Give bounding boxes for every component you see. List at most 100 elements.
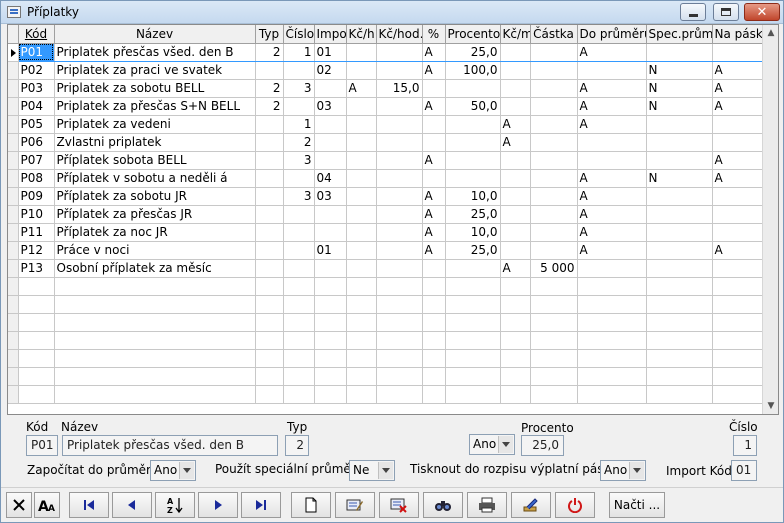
cell-import[interactable]: 01 <box>314 42 347 62</box>
cell-castka[interactable] <box>530 205 578 224</box>
table-row[interactable]: P03 Priplatek za sobotu BELL 2 3 A 15,0 A N A <box>8 79 765 98</box>
cell-doprum[interactable]: A <box>577 187 647 206</box>
header-kod[interactable]: Kód <box>18 25 55 44</box>
row-indicator[interactable] <box>8 205 19 224</box>
header-procento[interactable]: Procento <box>445 25 501 44</box>
cell-specprum[interactable] <box>646 241 713 260</box>
table-row[interactable]: P08 Příplatek v sobotu a neděli á 04 A N A <box>8 169 765 188</box>
cell-specprum[interactable] <box>646 187 713 206</box>
cell-nazev[interactable]: Priplatek za sobotu BELL <box>54 79 256 98</box>
table-row[interactable]: P05 Priplatek za vedeni 1 A A <box>8 115 765 134</box>
cell-typ[interactable] <box>255 223 284 242</box>
previous-record-button[interactable] <box>112 492 152 518</box>
cell-kod[interactable]: P03 <box>18 79 55 98</box>
cell-castka[interactable] <box>530 115 578 134</box>
cell-doprum[interactable] <box>577 61 647 80</box>
table-row[interactable]: P12 Práce v noci 01 A 25,0 A A <box>8 241 765 260</box>
cell-doprum[interactable]: A <box>577 205 647 224</box>
cell-kcm[interactable] <box>500 223 531 242</box>
cell-napask[interactable] <box>712 42 765 62</box>
cell-kod[interactable]: P11 <box>18 223 55 242</box>
cell-procento[interactable] <box>445 133 501 152</box>
cell-kch[interactable] <box>346 241 377 260</box>
row-indicator[interactable] <box>8 133 19 152</box>
cell-procento[interactable]: 25,0 <box>445 42 501 62</box>
scroll-down-icon[interactable]: ▼ <box>763 398 778 414</box>
cell-specprum[interactable] <box>646 42 713 62</box>
cell-castka[interactable] <box>530 187 578 206</box>
cell-kch[interactable] <box>346 133 377 152</box>
data-grid[interactable]: Kód Název Typ Číslo Impor Kč/h Kč/hod. %… <box>7 24 779 415</box>
header-import[interactable]: Impor <box>314 25 347 44</box>
row-indicator[interactable] <box>8 169 19 188</box>
cell-pct[interactable]: A <box>422 241 446 260</box>
row-indicator[interactable] <box>8 151 19 170</box>
tools-button[interactable] <box>511 492 551 518</box>
cell-import[interactable] <box>314 223 347 242</box>
chevron-down-icon[interactable] <box>498 436 513 453</box>
search-button[interactable] <box>423 492 463 518</box>
cell-kcm[interactable]: A <box>500 133 531 152</box>
table-row[interactable]: P07 Příplatek sobota BELL 3 A A <box>8 151 765 170</box>
cell-specprum[interactable] <box>646 151 713 170</box>
cell-kchod[interactable]: 15,0 <box>376 79 423 98</box>
row-indicator[interactable] <box>8 115 19 134</box>
cell-kch[interactable] <box>346 42 377 62</box>
cell-nazev[interactable]: Osobní příplatek za měsíc <box>54 259 256 278</box>
vertical-scrollbar[interactable]: ▲ ▼ <box>762 25 778 414</box>
cell-typ[interactable] <box>255 151 284 170</box>
cell-typ[interactable]: 2 <box>255 79 284 98</box>
cell-castka[interactable] <box>530 151 578 170</box>
cell-kchod[interactable] <box>376 205 423 224</box>
cell-typ[interactable] <box>255 133 284 152</box>
cell-kch[interactable] <box>346 61 377 80</box>
header-do-prumeru[interactable]: Do průměru <box>577 25 647 44</box>
procento-field[interactable]: 25,0 <box>521 435 564 456</box>
cell-cislo[interactable]: 3 <box>283 79 315 98</box>
first-record-button[interactable] <box>69 492 109 518</box>
cell-nazev[interactable]: Priplatek přesčas všed. den B <box>54 42 256 62</box>
row-indicator[interactable] <box>8 241 19 260</box>
row-indicator[interactable] <box>8 277 19 296</box>
cell-typ[interactable] <box>255 115 284 134</box>
cell-specprum[interactable]: N <box>646 79 713 98</box>
cell-cislo[interactable] <box>283 223 315 242</box>
next-record-button[interactable] <box>198 492 238 518</box>
cell-kod[interactable]: P02 <box>18 61 55 80</box>
tisk-select[interactable]: Ano <box>600 460 646 481</box>
cell-kcm[interactable] <box>500 151 531 170</box>
table-row[interactable]: P02 Priplatek za praci ve svatek 02 A 100,0 N… <box>8 61 765 80</box>
table-row[interactable]: P06 Zvlastni priplatek 2 A <box>8 133 765 152</box>
cell-typ[interactable]: 2 <box>255 42 284 62</box>
cell-kch[interactable] <box>346 169 377 188</box>
cell-cislo[interactable] <box>283 259 315 278</box>
cell-pct[interactable] <box>422 259 446 278</box>
cell-typ[interactable] <box>255 205 284 224</box>
cell-kchod[interactable] <box>376 223 423 242</box>
cell-napask[interactable] <box>712 133 765 152</box>
cell-kchod[interactable] <box>376 169 423 188</box>
cell-kcm[interactable] <box>500 169 531 188</box>
cell-pct[interactable] <box>422 115 446 134</box>
cell-nazev[interactable]: Priplatek za praci ve svatek <box>54 61 256 80</box>
cell-kod[interactable]: P10 <box>18 205 55 224</box>
cell-import[interactable] <box>314 259 347 278</box>
header-castka[interactable]: Částka <box>530 25 578 44</box>
table-row[interactable]: P11 Příplatek za noc JR A 10,0 A <box>8 223 765 242</box>
zapocitat-select[interactable]: Ano <box>150 460 196 481</box>
cell-cislo[interactable]: 1 <box>283 42 315 62</box>
cell-import[interactable] <box>314 115 347 134</box>
cell-cislo[interactable]: 2 <box>283 133 315 152</box>
cell-napask[interactable]: A <box>712 151 765 170</box>
cell-napask[interactable]: A <box>712 169 765 188</box>
table-row[interactable]: P01 Priplatek přesčas všed. den B 2 1 01 A 25,… <box>8 42 765 62</box>
cell-import[interactable] <box>314 205 347 224</box>
cell-nazev[interactable]: Priplatek za vedeni <box>54 115 256 134</box>
cell-typ[interactable] <box>255 187 284 206</box>
cell-specprum[interactable] <box>646 223 713 242</box>
cell-kod[interactable]: P04 <box>18 97 55 116</box>
cell-kod[interactable]: P01 <box>18 42 55 62</box>
cell-kod[interactable]: P07 <box>18 151 55 170</box>
cell-kchod[interactable] <box>376 187 423 206</box>
cell-kcm[interactable] <box>500 61 531 80</box>
